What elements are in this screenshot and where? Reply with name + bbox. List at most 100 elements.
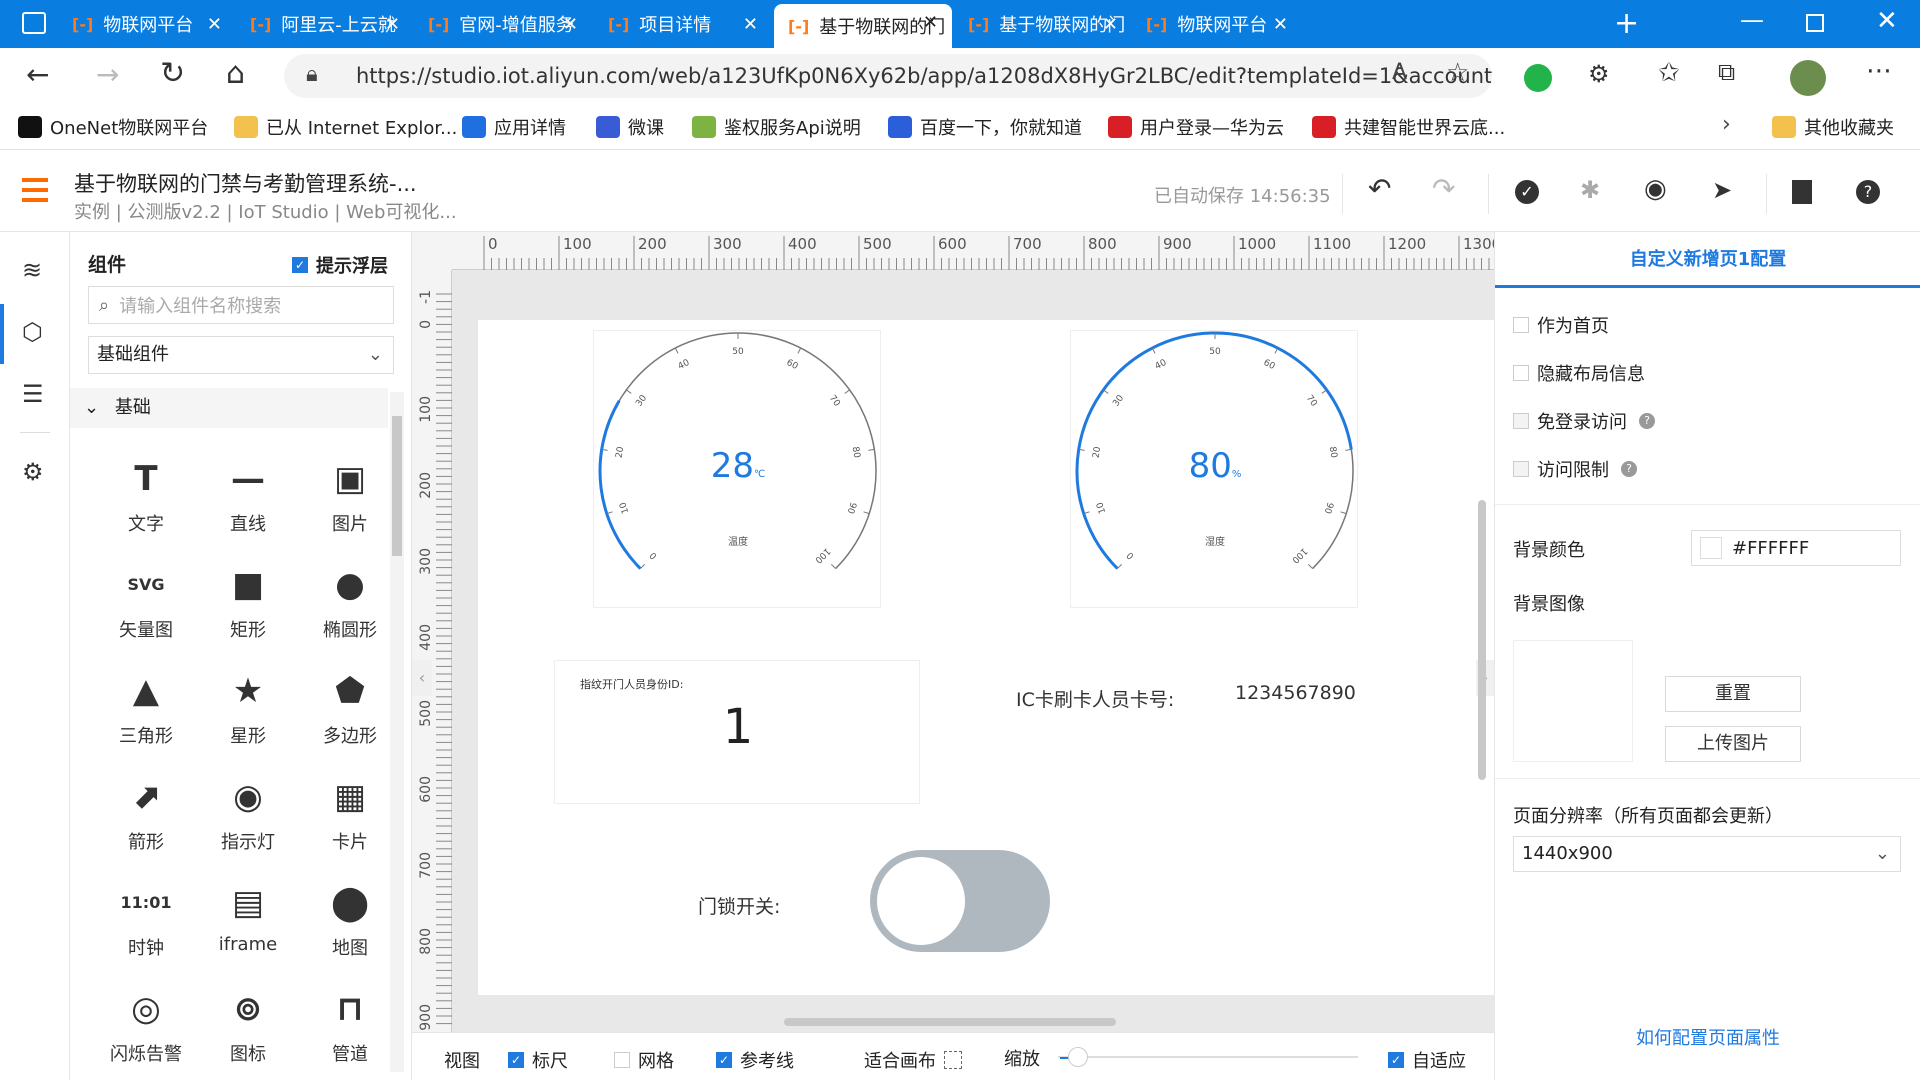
collections-icon[interactable]: ⧉ (1718, 58, 1735, 86)
more-icon[interactable]: ⋯ (1866, 56, 1892, 86)
component-item[interactable]: ▦ 卡片 (300, 772, 400, 854)
scrollbar-track[interactable] (390, 392, 404, 1072)
collapse-left-icon[interactable]: ‹ (412, 660, 432, 696)
humidity-gauge[interactable]: 0 10 20 30 40 50 60 70 80 90 100 80% 湿度 (1070, 330, 1358, 608)
component-item[interactable]: SVG 矢量图 (96, 560, 196, 642)
add-favorite-icon[interactable]: ☆ (1446, 58, 1469, 88)
close-tab-icon[interactable]: ✕ (743, 14, 758, 35)
pages-icon[interactable]: ☰ (22, 380, 44, 408)
bookmark-item[interactable]: OneNet物联网平台 (18, 114, 208, 140)
checkbox-unchecked[interactable] (614, 1052, 630, 1068)
lock-icon[interactable]: 🔒︎ (306, 62, 318, 87)
bookmark-item[interactable]: 微课 (596, 114, 664, 140)
new-tab-icon[interactable]: + (1614, 6, 1639, 41)
publish-icon[interactable]: ➤ (1712, 176, 1732, 204)
reload-icon[interactable]: ↻ (160, 56, 185, 91)
home-page-option[interactable]: 作为首页 (1513, 312, 1609, 338)
components-icon[interactable]: ⬡ (22, 318, 43, 346)
component-item[interactable]: ⬈ 箭形 (96, 772, 196, 854)
close-tab-icon[interactable]: ✕ (1273, 14, 1288, 35)
profile-avatar[interactable] (1790, 60, 1826, 96)
category-select[interactable]: 基础组件 ⌄ (88, 336, 394, 374)
component-item[interactable]: ★ 星形 (198, 666, 298, 748)
upload-image-button[interactable]: 上传图片 (1665, 726, 1801, 762)
checkbox-unchecked[interactable] (1513, 317, 1529, 333)
resolution-select[interactable]: 1440x900 ⌄ (1513, 836, 1901, 872)
bookmark-item[interactable]: 共建智能世界云底... (1312, 114, 1505, 140)
browser-tab[interactable]: [-] 项目详情 ✕ (594, 6, 772, 42)
debug-icon[interactable]: ✱ (1580, 176, 1600, 204)
bg-image-preview[interactable] (1513, 640, 1633, 762)
back-icon[interactable]: ← (26, 58, 49, 91)
auto-fit-toggle[interactable]: ✓ 自适应 (1388, 1047, 1466, 1073)
menu-icon[interactable] (22, 178, 48, 202)
restore-icon[interactable] (1806, 14, 1824, 32)
undo-icon[interactable]: ↶ (1368, 172, 1391, 205)
component-item[interactable]: ⊓ 管道 (300, 984, 400, 1066)
bookmark-item[interactable]: 已从 Internet Explor... (234, 114, 457, 140)
document-icon[interactable] (1792, 180, 1812, 204)
component-item[interactable]: T 文字 (96, 454, 196, 536)
zoom-slider[interactable] (1058, 1056, 1358, 1058)
help-icon[interactable]: ? (1621, 461, 1637, 477)
scrollbar-thumb[interactable] (392, 416, 402, 556)
bg-color-input[interactable]: #FFFFFF (1691, 530, 1901, 566)
guides-toggle[interactable]: ✓ 参考线 (716, 1047, 794, 1073)
component-item[interactable]: ▲ 三角形 (96, 666, 196, 748)
layers-icon[interactable]: ≋ (22, 256, 42, 284)
other-bookmarks[interactable]: 其他收藏夹 (1772, 114, 1894, 140)
chevron-right-icon[interactable]: › (1722, 112, 1731, 137)
check-icon[interactable]: ✓ (1515, 180, 1539, 204)
horizontal-scrollbar[interactable] (784, 1018, 1116, 1026)
bookmark-item[interactable]: 百度一下，你就知道 (888, 114, 1082, 140)
no-login-option[interactable]: 免登录访问? (1513, 408, 1655, 434)
grid-toggle[interactable]: 网格 (614, 1047, 674, 1073)
close-tab-icon[interactable]: ✕ (563, 14, 578, 35)
component-item[interactable]: ■ 矩形 (198, 560, 298, 642)
preview-icon[interactable]: ◉ (1644, 174, 1667, 204)
hint-toggle[interactable]: ✓ 提示浮层 (292, 252, 388, 278)
checkbox-disabled[interactable] (1513, 413, 1529, 429)
reset-button[interactable]: 重置 (1665, 676, 1801, 712)
help-icon[interactable]: ? (1639, 413, 1655, 429)
browser-tab[interactable]: [-] 基于物联网的门 ✕ (774, 4, 952, 48)
component-item[interactable]: ◉ 指示灯 (198, 772, 298, 854)
checkbox-unchecked[interactable] (1513, 365, 1529, 381)
zoom-slider-handle[interactable] (1068, 1047, 1088, 1067)
component-item[interactable]: ⬤ 地图 (300, 878, 400, 960)
ruler-toggle[interactable]: ✓ 标尺 (508, 1047, 568, 1073)
checkbox-checked[interactable]: ✓ (292, 257, 308, 273)
checkbox-checked[interactable]: ✓ (1388, 1052, 1404, 1068)
extension-icon[interactable] (1524, 64, 1552, 92)
vertical-scrollbar[interactable] (1478, 500, 1486, 780)
minimize-icon[interactable]: — (1740, 6, 1764, 34)
checkbox-checked[interactable]: ✓ (716, 1052, 732, 1068)
browser-tab[interactable]: [-] 基于物联网的门 ✕ (954, 6, 1132, 42)
browser-tab[interactable]: [-] 物联网平台 ✕ (1132, 6, 1302, 42)
group-header[interactable]: ⌄ 基础 (70, 388, 388, 428)
component-item[interactable]: ⊚ 图标 (198, 984, 298, 1066)
component-item[interactable]: ◎ 闪烁告警 (96, 984, 196, 1066)
close-window-icon[interactable]: ✕ (1876, 6, 1898, 36)
settings-icon[interactable]: ⚙ (22, 458, 44, 486)
help-link[interactable]: 如何配置页面属性 (1495, 1024, 1920, 1050)
color-swatch[interactable] (1700, 537, 1722, 559)
component-item[interactable]: ▣ 图片 (300, 454, 400, 536)
bookmark-item[interactable]: 用户登录—华为云 (1108, 114, 1284, 140)
component-item[interactable]: ● 椭圆形 (300, 560, 400, 642)
read-aloud-icon[interactable]: A (1392, 60, 1407, 85)
browser-tab[interactable]: [-] 阿里云-上云就 ✕ (236, 6, 414, 42)
extensions-icon[interactable]: ⚙ (1588, 60, 1610, 88)
checkbox-disabled[interactable] (1513, 461, 1529, 477)
browser-tab[interactable]: [-] 物联网平台 ✕ (58, 6, 236, 42)
close-tab-icon[interactable]: ✕ (207, 14, 222, 35)
config-panel-title[interactable]: 自定义新增页1配置 (1495, 232, 1920, 288)
hide-layout-option[interactable]: 隐藏布局信息 (1513, 360, 1645, 386)
design-page[interactable]: 0 10 20 30 40 50 60 70 80 90 100 28℃ 温度 0 10 20 30 40 5… (478, 320, 1494, 995)
close-tab-icon[interactable]: ✕ (385, 14, 400, 35)
redo-icon[interactable]: ↷ (1432, 172, 1455, 205)
close-tab-icon[interactable]: ✕ (1103, 14, 1118, 35)
access-limit-option[interactable]: 访问限制? (1513, 456, 1637, 482)
lock-toggle[interactable] (870, 850, 1050, 952)
fingerprint-card[interactable]: 指纹开门人员身份ID: 1 (554, 660, 920, 804)
